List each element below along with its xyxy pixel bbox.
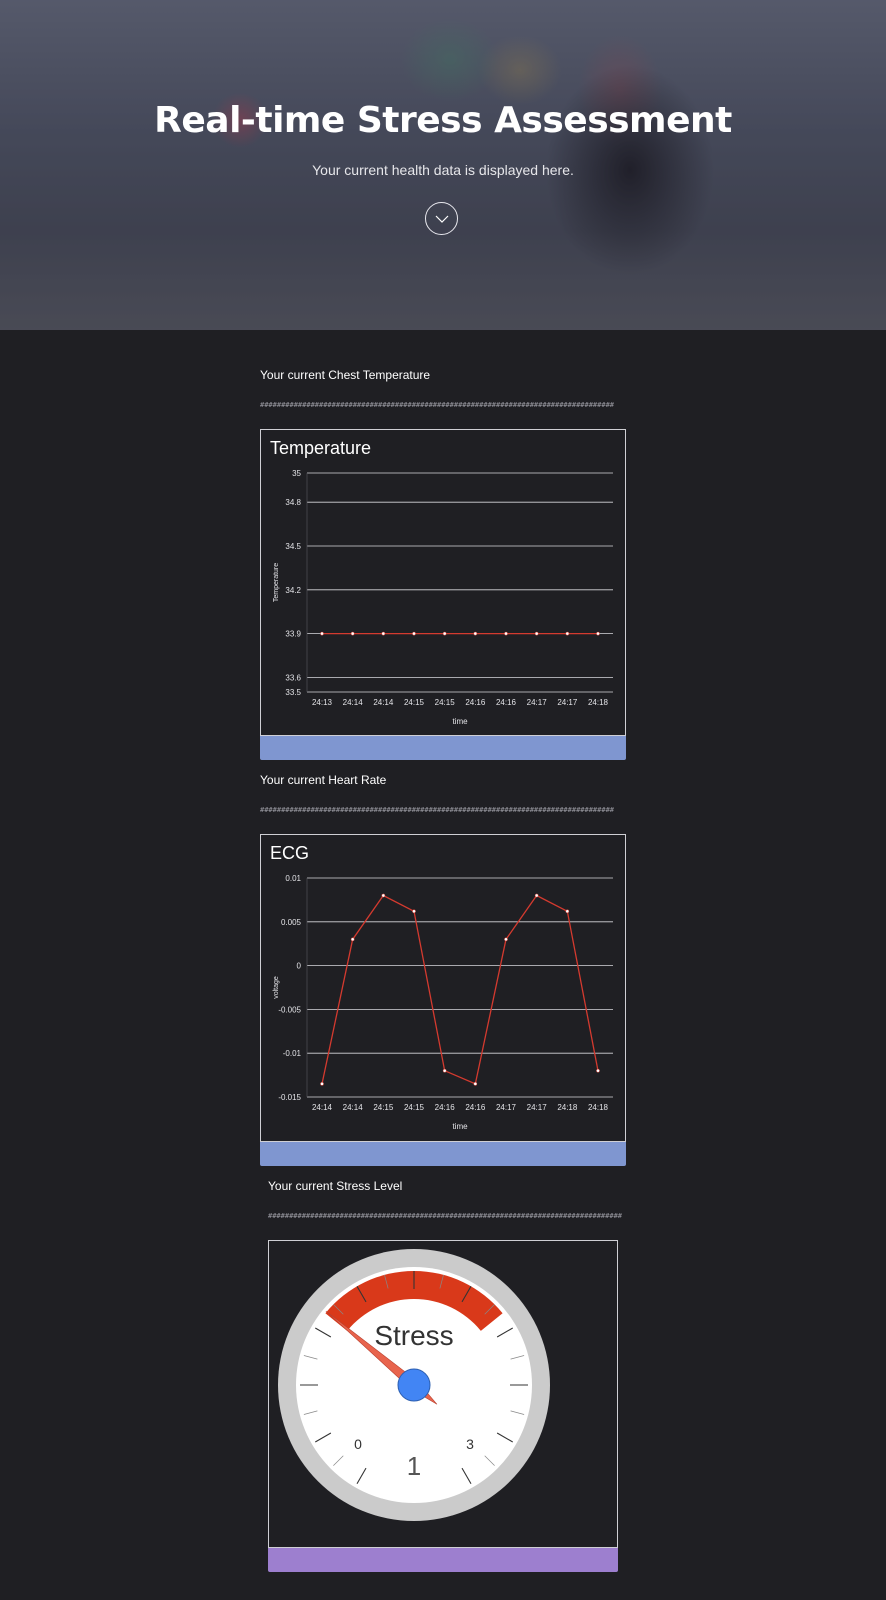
x-tick-label: 24:15 xyxy=(404,698,425,707)
data-point xyxy=(412,631,416,636)
y-tick-label: -0.005 xyxy=(278,1005,301,1014)
x-axis-label: time xyxy=(452,1122,468,1131)
y-tick-label: 34.2 xyxy=(285,586,301,595)
x-tick-label: 24:16 xyxy=(435,1103,456,1112)
gauge-hub xyxy=(397,1368,431,1402)
y-tick-label: 0.005 xyxy=(281,918,302,927)
scroll-down-button[interactable] xyxy=(425,202,458,235)
stress-heading: Your current Stress Level xyxy=(268,1179,403,1193)
ecg-bar xyxy=(260,1142,626,1166)
stress-gauge: Stress 0 3 1 xyxy=(278,1249,550,1521)
hero-banner: Real-time Stress Assessment Your current… xyxy=(0,0,886,330)
temperature-heading: Your current Chest Temperature xyxy=(260,368,431,382)
data-point xyxy=(412,909,416,914)
data-point xyxy=(596,1068,600,1073)
data-point xyxy=(473,1082,478,1086)
x-tick-label: 24:15 xyxy=(404,1103,425,1112)
x-tick-label: 24:15 xyxy=(373,1103,394,1112)
data-point xyxy=(320,1082,324,1086)
data-point xyxy=(504,937,508,942)
y-tick-label: -0.01 xyxy=(283,1049,302,1058)
x-tick-label: 24:14 xyxy=(343,1103,364,1112)
chevron-down-icon xyxy=(435,215,448,223)
data-point xyxy=(350,631,355,636)
gauge-label: Stress xyxy=(374,1320,453,1351)
data-point xyxy=(381,893,386,898)
page-subtitle: Your current health data is displayed he… xyxy=(312,162,574,178)
heart-rate-heading: Your current Heart Rate xyxy=(260,773,387,787)
x-tick-label: 24:17 xyxy=(527,698,548,707)
data-point xyxy=(534,893,539,898)
y-tick-label: 35 xyxy=(292,469,301,478)
temperature-plot: 35 34.8 34.5 34.2 33.9 33.6 33.5 24:13 24:14 24:1… xyxy=(273,469,613,726)
x-tick-label: 24:17 xyxy=(496,1103,517,1112)
data-point xyxy=(381,631,386,636)
y-tick-label: 34.5 xyxy=(285,542,301,551)
stress-gauge-panel: Stress 0 3 1 xyxy=(268,1240,618,1548)
x-tick-label: 24:18 xyxy=(588,698,609,707)
x-tick-label: 24:18 xyxy=(588,1103,609,1112)
y-tick-label: -0.015 xyxy=(278,1093,301,1102)
page-title: Real-time Stress Assessment xyxy=(154,100,732,141)
x-tick-label: 24:16 xyxy=(465,1103,486,1112)
data-point xyxy=(442,631,447,636)
y-tick-label: 34.8 xyxy=(285,498,301,507)
y-tick-label: 33.5 xyxy=(285,688,301,697)
heart-rate-divider: ########################################… xyxy=(260,806,615,814)
series-line xyxy=(321,894,599,1085)
stress-bar xyxy=(268,1548,618,1572)
data-point xyxy=(565,909,570,914)
data-point xyxy=(504,631,508,636)
gauge-value: 1 xyxy=(407,1451,421,1481)
data-point xyxy=(534,631,539,636)
stress-divider: ########################################… xyxy=(268,1212,623,1220)
x-tick-label: 24:14 xyxy=(343,698,364,707)
ecg-plot: 0.01 0.005 0 -0.005 -0.01 -0.015 24:14 24:14 24:… xyxy=(273,874,613,1131)
data-point xyxy=(565,631,570,636)
x-tick-label: 24:16 xyxy=(496,698,517,707)
data-point xyxy=(473,631,478,636)
y-axis-label: voltage xyxy=(273,976,280,999)
y-axis-label: Temperature xyxy=(273,563,280,602)
gauge-min-label: 0 xyxy=(354,1436,362,1452)
x-tick-label: 24:14 xyxy=(373,698,394,707)
x-tick-label: 24:17 xyxy=(527,1103,548,1112)
y-tick-label: 33.6 xyxy=(285,673,301,682)
y-tick-label: 33.9 xyxy=(285,630,301,639)
temperature-divider: ########################################… xyxy=(260,401,615,409)
x-tick-label: 24:16 xyxy=(465,698,486,707)
x-axis-label: time xyxy=(452,717,468,726)
data-point xyxy=(350,937,355,942)
temperature-chart: Temperature 35 34.8 34.5 34.2 33.9 33.6 33.5 24… xyxy=(260,429,626,736)
data-point xyxy=(320,631,324,636)
y-tick-label: 0.01 xyxy=(285,874,301,883)
y-tick-label: 0 xyxy=(297,962,302,971)
x-tick-label: 24:18 xyxy=(557,1103,578,1112)
x-tick-label: 24:15 xyxy=(435,698,456,707)
gauge-max-label: 3 xyxy=(466,1436,474,1452)
x-tick-label: 24:13 xyxy=(312,698,333,707)
data-point xyxy=(596,631,600,636)
ecg-chart: ECG 0.01 0.005 0 -0.005 -0.01 -0.015 24:14 24:1… xyxy=(260,834,626,1142)
temperature-bar xyxy=(260,736,626,760)
x-tick-label: 24:17 xyxy=(557,698,578,707)
data-point xyxy=(442,1068,447,1073)
x-tick-label: 24:14 xyxy=(312,1103,333,1112)
